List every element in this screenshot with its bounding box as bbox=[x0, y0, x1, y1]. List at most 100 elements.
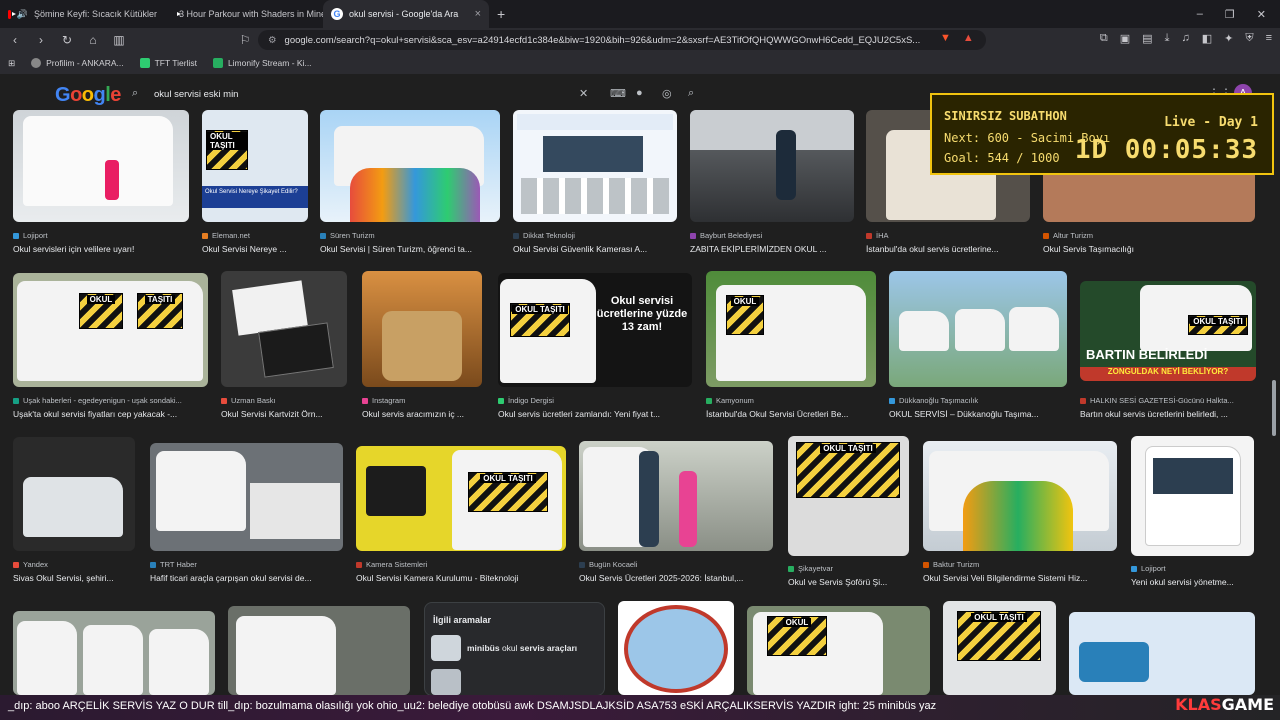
new-tab-button[interactable]: + bbox=[489, 6, 513, 22]
maximize-icon[interactable]: ❐ bbox=[1225, 8, 1235, 21]
result-title[interactable]: İstanbul'da Okul Servisi Ücretleri Be... bbox=[706, 409, 876, 419]
result-card[interactable]: Dikkat Teknoloji Okul Servisi Güvenlik K… bbox=[513, 110, 677, 258]
related-item[interactable]: minibüs okul servis araçları bbox=[431, 633, 599, 663]
home-icon[interactable]: ⌂ bbox=[86, 33, 100, 47]
bookmark-2[interactable]: TFT Tierlist bbox=[139, 58, 197, 68]
result-card[interactable] bbox=[13, 611, 215, 695]
result-card[interactable]: OKUL TAŞITI BARTIN BELİRLEDİ ZONGULDAK N… bbox=[1080, 281, 1256, 423]
result-card[interactable] bbox=[1069, 612, 1255, 695]
result-image[interactable] bbox=[228, 606, 410, 695]
keyboard-icon[interactable]: ⌨ bbox=[610, 87, 626, 100]
sidebar-toggle-icon[interactable]: ◧ bbox=[1202, 32, 1212, 45]
music-icon[interactable]: ♫ bbox=[1181, 32, 1189, 45]
result-title[interactable]: Okul Servis Ücretleri 2025-2026: İstanbu… bbox=[579, 573, 773, 583]
result-image[interactable]: OKUL TAŞITI Okul Servisi Nereye Şikayet … bbox=[202, 110, 308, 222]
result-image[interactable] bbox=[13, 611, 215, 695]
result-image[interactable] bbox=[221, 271, 347, 387]
result-image[interactable] bbox=[1069, 612, 1255, 695]
result-image[interactable]: OKUL TAŞITI BARTIN BELİRLEDİ ZONGULDAK N… bbox=[1080, 281, 1256, 381]
result-card[interactable]: Yandex Sivas Okul Servisi, şehiri... bbox=[13, 437, 135, 587]
google-logo[interactable]: Google bbox=[55, 84, 121, 107]
result-card[interactable]: OKUL TAŞITI Okul servisi ücretlerine yüz… bbox=[498, 273, 692, 423]
search-input[interactable]: okul servisi eski min bbox=[154, 89, 238, 100]
close-icon[interactable]: × bbox=[475, 8, 481, 20]
bookmark-3[interactable]: Limonify Stream - Ki... bbox=[212, 58, 312, 68]
result-card[interactable]: Bayburt Belediyesi ZABITA EKİPLERİMİZDEN… bbox=[690, 110, 854, 258]
menu-icon[interactable]: ≡ bbox=[1266, 32, 1272, 45]
result-card[interactable]: OKUL TAŞITI Kamera Sistemleri Okul Servi… bbox=[356, 446, 566, 587]
brave-shield-icon[interactable]: ▼ bbox=[940, 32, 951, 44]
result-image[interactable] bbox=[13, 110, 189, 222]
bookmark-icon[interactable]: ⚐ bbox=[238, 33, 252, 47]
result-title[interactable]: İstanbul'da okul servis ücretlerine... bbox=[866, 244, 1030, 254]
result-image[interactable] bbox=[13, 437, 135, 551]
search-box[interactable]: ⌕ okul servisi eski min ✕ ⌨ ● ◎ ⌕ bbox=[124, 83, 714, 107]
result-card[interactable]: Bugün Kocaeli Okul Servis Ücretleri 2025… bbox=[579, 441, 773, 587]
search-submit-icon[interactable]: ⌕ bbox=[688, 87, 694, 100]
close-window-icon[interactable]: ✕ bbox=[1257, 8, 1266, 21]
result-image[interactable]: OKUL TAŞITI bbox=[943, 601, 1056, 695]
result-title[interactable]: Okul Servisi Kartvizit Örn... bbox=[221, 409, 347, 419]
result-card[interactable]: Instagram Okul servis aracımızın iç ... bbox=[362, 271, 482, 423]
result-card[interactable]: Lojiport Yeni okul servisi yönetme... bbox=[1131, 436, 1254, 587]
result-title[interactable]: Hafif ticari araçla çarpışan okul servis… bbox=[150, 573, 343, 583]
back-icon[interactable]: ‹ bbox=[8, 33, 22, 47]
result-card[interactable]: TRT Haber Hafif ticari araçla çarpışan o… bbox=[150, 443, 343, 587]
tab-2[interactable]: 3 Hour Parkour with Shaders in Mine bbox=[165, 0, 323, 28]
result-image[interactable]: OKUL bbox=[747, 606, 930, 695]
forward-icon[interactable]: › bbox=[34, 33, 48, 47]
tab-1[interactable]: 🔊 Şömine Keyfi: Sıcacık Kütükler bbox=[0, 0, 165, 28]
result-title[interactable]: Uşak'ta okul servisi fiyatları cep yakac… bbox=[13, 409, 208, 419]
result-title[interactable]: Okul Servisi Güvenlik Kamerası A... bbox=[513, 244, 677, 254]
result-image[interactable] bbox=[579, 441, 773, 551]
result-image[interactable] bbox=[1131, 436, 1254, 556]
rewards-icon[interactable]: ▲ bbox=[963, 32, 974, 44]
result-card[interactable] bbox=[618, 601, 734, 695]
result-image[interactable]: OKUL TAŞITI bbox=[788, 436, 909, 556]
reload-icon[interactable]: ↻ bbox=[60, 33, 74, 47]
result-card[interactable]: OKUL bbox=[747, 606, 930, 695]
bookmark-1[interactable]: Profilim - ANKARA... bbox=[31, 58, 124, 68]
result-title[interactable]: Okul Servisi Nereye ... bbox=[202, 244, 308, 254]
result-card[interactable]: OKUL TAŞITI Şikayetvar Okul ve Servis Şo… bbox=[788, 436, 909, 587]
minimize-icon[interactable]: – bbox=[1197, 8, 1203, 21]
result-title[interactable]: Okul Servisi | Süren Turizm, öğrenci ta.… bbox=[320, 244, 500, 254]
download-icon[interactable]: ⤓ bbox=[1165, 32, 1170, 45]
result-card[interactable]: Baktur Turizm Okul Servisi Veli Bilgilen… bbox=[923, 441, 1117, 587]
result-card[interactable] bbox=[228, 606, 410, 695]
lens-icon[interactable]: ◎ bbox=[662, 87, 672, 100]
result-image[interactable] bbox=[150, 443, 343, 551]
result-title[interactable]: Yeni okul servisi yönetme... bbox=[1131, 577, 1254, 587]
wallet-icon[interactable]: ▤ bbox=[1142, 32, 1152, 45]
apps-icon[interactable]: ⊞ bbox=[8, 58, 15, 69]
result-title[interactable]: Okul servisleri için velilere uyarı! bbox=[13, 244, 189, 254]
result-title[interactable]: Okul servis aracımızın iç ... bbox=[362, 409, 482, 419]
result-title[interactable]: Okul Servis Taşımacılığı bbox=[1043, 244, 1255, 254]
result-card[interactable]: Dükkanoğlu Taşımacılık OKUL SERVİSİ – Dü… bbox=[889, 271, 1067, 423]
result-title[interactable]: OKUL SERVİSİ – Dükkanoğlu Taşıma... bbox=[889, 409, 1067, 419]
result-image[interactable]: OKUL TAŞITI Okul servisi ücretlerine yüz… bbox=[498, 273, 692, 387]
result-image[interactable] bbox=[923, 441, 1117, 551]
result-card[interactable]: OKUL Kamyonum İstanbul'da Okul Servisi Ü… bbox=[706, 271, 876, 423]
mic-icon[interactable]: ● bbox=[636, 87, 643, 99]
result-image[interactable]: OKUL bbox=[706, 271, 876, 387]
result-card[interactable]: Lojiport Okul servisleri için velilere u… bbox=[13, 110, 189, 258]
result-card[interactable]: OKUL TAŞITI bbox=[943, 601, 1056, 695]
result-card[interactable]: OKUL TAŞITI Uşak haberleri - egedeyenigu… bbox=[13, 273, 208, 423]
result-image[interactable]: OKUL TAŞITI bbox=[13, 273, 208, 387]
result-card[interactable]: Süren Turizm Okul Servisi | Süren Turizm… bbox=[320, 110, 500, 258]
tab-3-active[interactable]: G okul servisi - Google'da Ara × bbox=[323, 0, 489, 28]
result-image[interactable] bbox=[889, 271, 1067, 387]
sidebar-icon[interactable]: ▥ bbox=[112, 33, 126, 47]
leo-icon[interactable]: ✦ bbox=[1224, 32, 1233, 45]
extensions-icon[interactable]: ⧉ bbox=[1100, 32, 1108, 45]
screenshot-icon[interactable]: ▣ bbox=[1120, 32, 1130, 45]
address-bar[interactable]: ⚙ google.com/search?q=okul+servisi&sca_e… bbox=[258, 30, 986, 50]
result-image[interactable] bbox=[362, 271, 482, 387]
result-image[interactable] bbox=[618, 601, 734, 695]
result-title[interactable]: Sivas Okul Servisi, şehiri... bbox=[13, 573, 135, 583]
result-title[interactable]: Okul Servisi Veli Bilgilendirme Sistemi … bbox=[923, 573, 1117, 583]
scrollbar[interactable] bbox=[1272, 380, 1276, 436]
result-image[interactable] bbox=[690, 110, 854, 222]
result-title[interactable]: ZABITA EKİPLERİMİZDEN OKUL ... bbox=[690, 244, 854, 254]
